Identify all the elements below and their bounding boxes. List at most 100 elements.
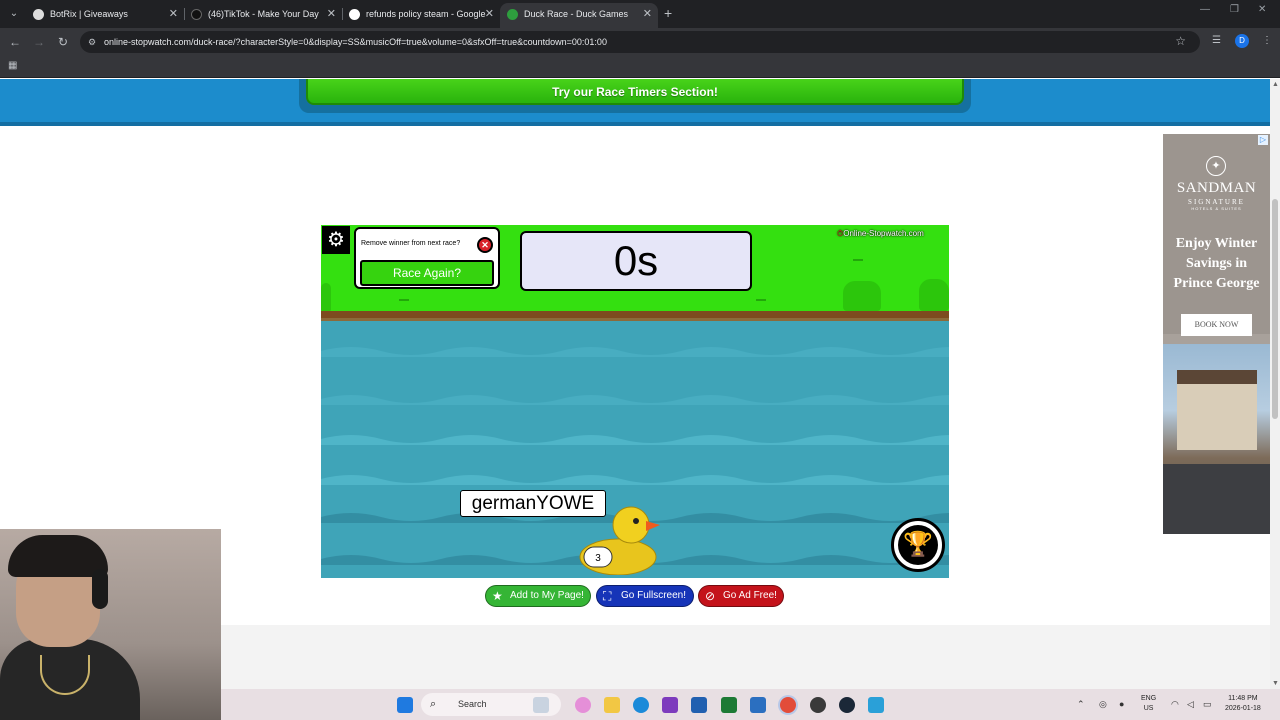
rubber-duck-icon: 3 <box>579 506 660 575</box>
book-now-button[interactable]: BOOK NOW <box>1181 314 1252 336</box>
remove-winner-label: Remove winner from next race? <box>361 240 461 247</box>
grass-tuft <box>399 295 409 301</box>
widgets-icon[interactable] <box>533 697 549 713</box>
tiktok-favicon-icon <box>191 9 202 20</box>
app-icon[interactable] <box>810 697 826 713</box>
tab-botrix[interactable]: BotRix | Giveaways ✕ <box>26 3 184 28</box>
chrome-icon[interactable] <box>780 697 796 713</box>
duck-race-game[interactable]: ⚙ Remove winner from next race? ✕ Race A… <box>321 225 949 578</box>
tray-app-icon[interactable]: ◎ <box>1099 699 1107 710</box>
scroll-down-icon[interactable]: ▼ <box>1272 680 1279 687</box>
ad-subbrand: SIGNATURE <box>1188 198 1245 206</box>
restore-icon[interactable]: ❐ <box>1230 4 1239 15</box>
scroll-up-icon[interactable]: ▲ <box>1272 81 1279 88</box>
ad-brand: SANDMAN <box>1176 180 1257 196</box>
add-to-page-label: Add to My Page! <box>510 590 584 601</box>
tab-title: refunds policy steam - Google <box>366 9 486 19</box>
search-icon: ⌕ <box>430 698 437 710</box>
leaderboard-button[interactable]: 🏆 <box>891 518 945 572</box>
back-icon[interactable]: ← <box>6 33 24 51</box>
battery-icon[interactable]: ▭ <box>1203 699 1212 710</box>
close-tab-icon[interactable]: ✕ <box>485 3 494 25</box>
close-tab-icon[interactable]: ✕ <box>643 3 652 25</box>
fullscreen-button[interactable]: ⛶ Go Fullscreen! <box>596 585 694 607</box>
close-tab-icon[interactable]: ✕ <box>327 3 336 25</box>
trophy-icon: 🏆 <box>898 525 938 565</box>
menu-icon[interactable]: ⋮ <box>1262 35 1272 46</box>
remove-winner-toggle-icon[interactable]: ✕ <box>477 237 493 253</box>
site-info-icon[interactable]: ⚙ <box>88 31 96 53</box>
store-icon[interactable] <box>691 697 707 713</box>
close-window-icon[interactable]: ✕ <box>1258 4 1266 15</box>
profile-avatar[interactable]: D <box>1235 34 1249 48</box>
hotel-parking <box>1163 464 1270 534</box>
address-bar[interactable]: ⚙ online-stopwatch.com/duck-race/?charac… <box>80 31 1200 53</box>
wave <box>321 347 949 357</box>
windows-taskbar: ⌕ Search ⌃ ◎ ● ENG US ◠ ◁ ▭ 11:48 PM 202… <box>221 689 1280 720</box>
language-indicator[interactable]: ENG US <box>1141 694 1156 714</box>
streamer-hair <box>8 535 108 577</box>
ad-free-button[interactable]: ⊘ Go Ad Free! <box>698 585 784 607</box>
site-logo[interactable]: ⏱Online-Stopwatch.com <box>837 229 924 239</box>
headset-icon <box>92 569 108 609</box>
start-icon[interactable] <box>397 697 413 713</box>
close-tab-icon[interactable]: ✕ <box>169 3 178 25</box>
race-timers-button[interactable]: Try our Race Timers Section! <box>306 79 964 105</box>
race-again-button[interactable]: Race Again? <box>360 260 494 286</box>
reload-icon[interactable]: ↻ <box>54 33 72 51</box>
duck-race-favicon-icon <box>507 9 518 20</box>
minimize-icon[interactable]: — <box>1200 4 1210 15</box>
clock-time: 11:48 PM <box>1228 695 1258 702</box>
steam-icon[interactable] <box>839 697 855 713</box>
ad-choices-icon[interactable]: ▷ <box>1258 135 1268 145</box>
lang-code: ENG <box>1141 695 1157 702</box>
wave <box>321 435 949 445</box>
scroll-thumb[interactable] <box>1272 199 1278 419</box>
app-icon[interactable] <box>662 697 678 713</box>
edge-icon[interactable] <box>633 697 649 713</box>
apps-grid-icon[interactable]: ▦ <box>8 61 18 71</box>
sandman-ad[interactable]: ▷ ✦ SANDMAN SIGNATURE HOTELS & SUITES En… <box>1163 134 1270 534</box>
xbox-icon[interactable] <box>721 697 737 713</box>
copilot-icon[interactable] <box>575 697 591 713</box>
bookmarks-bar: ▦ <box>0 56 1280 78</box>
fullscreen-label: Go Fullscreen! <box>621 590 687 601</box>
ad-tagline: HOTELS & SUITES <box>1191 206 1242 211</box>
tab-duck-race[interactable]: Duck Race - Duck Games ✕ <box>500 3 658 28</box>
race-timer-display: 0s <box>520 231 752 291</box>
ad-headline: Enjoy Winter Savings in Prince George <box>1173 236 1260 291</box>
botrix-favicon-icon <box>33 9 44 20</box>
add-to-page-button[interactable]: ★ Add to My Page! <box>485 585 591 607</box>
browser-toolbar: ← → ↻ ⚙ online-stopwatch.com/duck-race/?… <box>0 28 1280 56</box>
tray-chevron-icon[interactable]: ⌃ <box>1077 699 1085 710</box>
bush <box>321 283 331 311</box>
tab-search-icon[interactable]: ⌄ <box>4 4 24 24</box>
remove-winner-panel: Remove winner from next race? ✕ Race Aga… <box>354 227 500 289</box>
file-explorer-icon[interactable] <box>604 697 620 713</box>
sandman-crest-icon: ✦ <box>1206 156 1226 176</box>
forward-icon[interactable]: → <box>30 33 48 51</box>
settings-gear-icon[interactable]: ⚙ <box>322 226 350 254</box>
reading-list-icon[interactable]: ☰ <box>1212 35 1221 46</box>
page-scrollbar[interactable]: ▲ ▼ <box>1270 79 1280 689</box>
tab-google[interactable]: refunds policy steam - Google ✕ <box>342 3 500 28</box>
no-ads-icon: ⊘ <box>705 589 716 603</box>
mic-icon[interactable]: ● <box>1119 699 1124 709</box>
bookmark-star-icon[interactable]: ☆ <box>1175 34 1186 48</box>
ad-free-label: Go Ad Free! <box>723 590 777 601</box>
hotel-building <box>1177 370 1257 450</box>
new-tab-icon[interactable]: + <box>664 4 678 22</box>
volume-icon[interactable]: ◁ <box>1187 699 1194 710</box>
wifi-icon[interactable]: ◠ <box>1171 699 1179 710</box>
webcam-overlay <box>0 529 221 720</box>
notepad-icon[interactable] <box>868 697 884 713</box>
browser-tab-bar: ⌄ BotRix | Giveaways ✕ (46)TikTok - Make… <box>0 0 1280 28</box>
url-text: online-stopwatch.com/duck-race/?characte… <box>104 37 607 47</box>
grass-tuft <box>756 295 766 301</box>
tab-tiktok[interactable]: (46)TikTok - Make Your Day ✕ <box>184 3 342 28</box>
system-clock[interactable]: 11:48 PM 2026-01-18 <box>1225 694 1261 714</box>
duck-number: 3 <box>595 553 601 564</box>
app-icon[interactable] <box>750 697 766 713</box>
tab-title: BotRix | Giveaways <box>50 9 128 19</box>
bush <box>843 281 881 311</box>
